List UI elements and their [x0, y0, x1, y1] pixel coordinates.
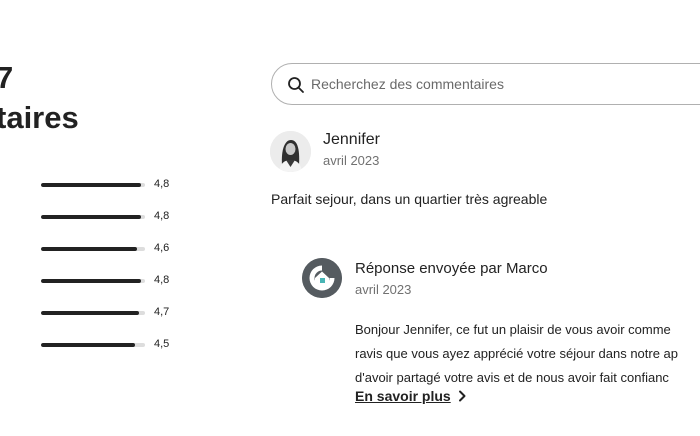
rating-bar — [41, 279, 145, 283]
host-response-date: avril 2023 — [355, 282, 412, 297]
rating-bar-fill — [41, 247, 137, 251]
read-more-link[interactable]: En savoir plus — [355, 388, 466, 404]
review-date: avril 2023 — [323, 153, 380, 168]
response-line: ravis que vous ayez apprécié votre séjou… — [355, 346, 679, 361]
host-avatar[interactable] — [302, 258, 342, 298]
search-input[interactable] — [311, 74, 700, 94]
rating-row: 4,6 — [41, 240, 181, 272]
rating-bar — [41, 247, 145, 251]
search-bar[interactable] — [271, 63, 700, 105]
review-count-label: taires — [0, 100, 79, 135]
rating-row: 4,8 — [41, 272, 181, 304]
reviewer-name[interactable]: Jennifer — [323, 131, 380, 149]
review-count: 7 — [0, 60, 14, 95]
host-response-title: Réponse envoyée par Marco — [355, 260, 548, 277]
rating-bar — [41, 215, 145, 219]
reviewer-avatar[interactable] — [270, 131, 311, 172]
search-icon — [288, 77, 304, 93]
rating-value: 4,7 — [154, 306, 170, 318]
response-line: Bonjour Jennifer, ce fut un plaisir de v… — [355, 322, 671, 337]
rating-row: 4,8 — [41, 176, 181, 208]
rating-bar — [41, 311, 145, 315]
rating-row: 4,5 — [41, 336, 181, 368]
user-avatar — [270, 131, 311, 172]
rating-value: 4,6 — [154, 242, 170, 254]
rating-bar-fill — [41, 343, 135, 347]
rating-bar — [41, 183, 145, 187]
rating-value: 4,5 — [154, 338, 170, 350]
read-more-label: En savoir plus — [355, 388, 451, 404]
rating-row: 4,7 — [41, 304, 181, 336]
rating-value: 4,8 — [154, 178, 170, 190]
chevron-right-icon — [458, 390, 466, 402]
host-response-text: Bonjour Jennifer, ce fut un plaisir de v… — [355, 318, 700, 390]
rating-value: 4,8 — [154, 274, 170, 286]
rating-bar-fill — [41, 183, 141, 187]
house-logo-icon — [302, 258, 342, 298]
rating-row: 4,8 — [41, 208, 181, 240]
review-summary-heading: 7 taires — [0, 58, 79, 138]
category-ratings: 4,8 4,8 4,6 4,8 4,7 4,5 — [41, 176, 181, 368]
review-text: Parfait sejour, dans un quartier très ag… — [271, 191, 548, 207]
rating-bar-fill — [41, 311, 139, 315]
rating-bar — [41, 343, 145, 347]
response-line: d'avoir partagé votre avis et de nous av… — [355, 370, 669, 385]
rating-bar-fill — [41, 279, 141, 283]
rating-bar-fill — [41, 215, 141, 219]
rating-value: 4,8 — [154, 210, 170, 222]
